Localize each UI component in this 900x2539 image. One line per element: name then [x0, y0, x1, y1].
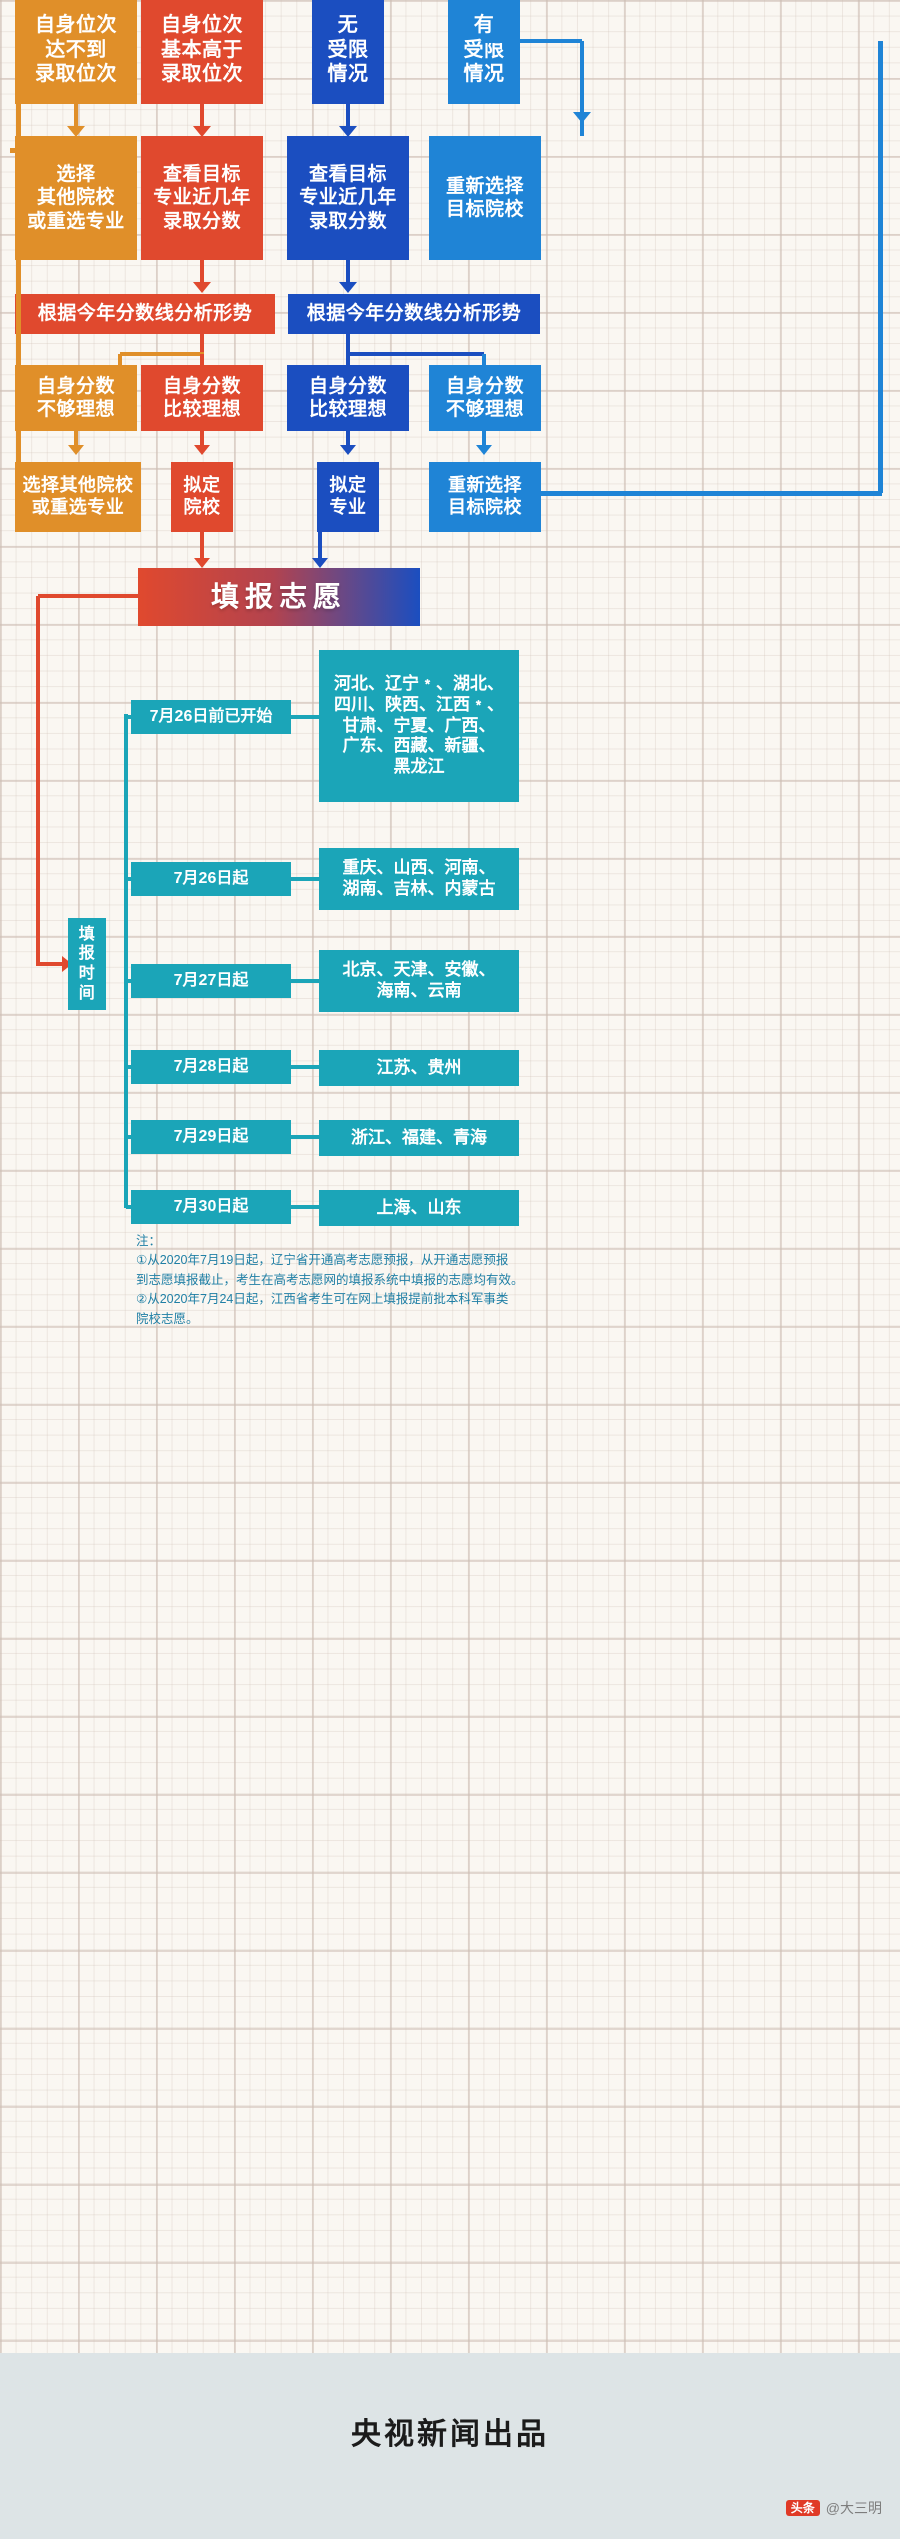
arrow-head-icon [312, 558, 328, 568]
connector-line [291, 979, 319, 983]
flow-node-row1-0: 自身位次 达不到 录取位次 [15, 0, 137, 104]
flow-node-row5-1: 拟定 院校 [171, 462, 233, 532]
schedule-province-box-3: 江苏、贵州 [319, 1050, 519, 1086]
connector-line [482, 354, 486, 375]
schedule-province-box-0: 河北、辽宁﹡、湖北、 四川、陕西、江西﹡、 甘肃、宁夏、广西、 广东、西藏、新疆… [319, 650, 519, 802]
connector-line [15, 58, 21, 528]
schedule-province-box-5: 上海、山东 [319, 1190, 519, 1226]
arrow-head-icon [339, 373, 357, 384]
schedule-notes: 注： ①从2020年7月19日起，辽宁省开通高考志愿预报，从开通志愿预报 到志愿… [136, 1234, 524, 1326]
arrow-head-icon [194, 558, 210, 568]
flow-node-row2-3: 重新选择 目标院校 [429, 136, 541, 260]
connector-line [120, 352, 204, 356]
schedule-date-chip-1: 7月26日起 [131, 862, 291, 896]
connector-line [126, 1065, 134, 1069]
flow-node-row3-1: 根据今年分数线分析形势 [288, 294, 540, 334]
schedule-province-box-2: 北京、天津、安徽、 海南、云南 [319, 950, 519, 1012]
arrow-head-icon [68, 445, 84, 455]
arrow-head-icon [194, 445, 210, 455]
connector-line [118, 354, 122, 375]
connector-line [200, 260, 204, 284]
arrow-head-icon [193, 373, 211, 384]
connector-line [200, 354, 204, 375]
connector-line [348, 352, 484, 356]
arrow-head-icon [475, 373, 493, 384]
connector-line [877, 41, 883, 493]
schedule-province-box-1: 重庆、山西、河南、 湖南、吉林、内蒙古 [319, 848, 519, 910]
flow-node-row1-1: 自身位次 基本高于 录取位次 [141, 0, 263, 104]
connector-line [74, 104, 78, 128]
connector-line [346, 260, 350, 284]
flow-node-row1-2: 无 受限 情况 [312, 0, 384, 104]
flow-node-row2-0: 选择 其他院校 或重选专业 [15, 136, 137, 260]
toutiao-badge-icon: 头条 [785, 2500, 820, 2516]
flow-node-row1-3: 有 受限 情况 [448, 0, 520, 104]
connector-line [200, 104, 204, 128]
schedule-date-chip-2: 7月27日起 [131, 964, 291, 998]
connector-line [126, 1205, 134, 1209]
connector-line [10, 147, 18, 153]
schedule-province-box-4: 浙江、福建、青海 [319, 1120, 519, 1156]
arrow-head-icon [193, 126, 211, 137]
connector-line [580, 41, 584, 114]
connector-line [291, 715, 319, 719]
schedule-root-label: 填 报 时 间 [68, 918, 106, 1010]
footer-title: 央视新闻出品 [351, 2418, 549, 2451]
connector-line [200, 532, 204, 560]
banner-submit-application: 填报志愿 [138, 568, 420, 626]
arrow-head-icon [339, 282, 357, 293]
connector-line [16, 492, 20, 498]
connector-line [36, 596, 40, 966]
arrow-head-icon [339, 126, 357, 137]
flow-node-row5-0: 选择其他院校 或重选专业 [15, 462, 141, 532]
credit-author: @大三明 [825, 2500, 882, 2516]
connector-line [291, 877, 319, 881]
connector-line [126, 877, 134, 881]
connector-line [346, 104, 350, 128]
arrow-head-icon [67, 126, 85, 137]
connector-line [126, 979, 134, 983]
credit-watermark: 头条 @大三明 [785, 2498, 882, 2518]
connector-line [484, 39, 582, 43]
connector-line [291, 1135, 319, 1139]
arrow-head-icon [476, 445, 492, 455]
flow-node-row5-3: 重新选择 目标院校 [429, 462, 541, 532]
flow-node-row5-2: 拟定 专业 [317, 462, 379, 532]
footer-bar: 央视新闻出品 头条 @大三明 [0, 2353, 900, 2539]
connector-line [126, 715, 134, 719]
connector-line [126, 1135, 134, 1139]
connector-line [291, 1065, 319, 1069]
flow-node-row3-0: 根据今年分数线分析形势 [15, 294, 275, 334]
schedule-date-chip-3: 7月28日起 [131, 1050, 291, 1084]
flow-node-row2-2: 查看目标 专业近几年 录取分数 [287, 136, 409, 260]
connector-line [346, 354, 350, 375]
schedule-date-chip-0: 7月26日前已开始 [131, 700, 291, 734]
arrow-head-icon [340, 445, 356, 455]
connector-line [540, 490, 882, 496]
schedule-date-chip-5: 7月30日起 [131, 1190, 291, 1224]
connector-line [318, 532, 322, 560]
flow-node-row2-1: 查看目标 专业近几年 录取分数 [141, 136, 263, 260]
connector-line [580, 112, 584, 136]
connector-line [38, 594, 138, 598]
connector-line [291, 1205, 319, 1209]
arrow-head-icon [111, 373, 129, 384]
connector-line [124, 714, 128, 1208]
arrow-head-icon [193, 282, 211, 293]
schedule-date-chip-4: 7月29日起 [131, 1120, 291, 1154]
